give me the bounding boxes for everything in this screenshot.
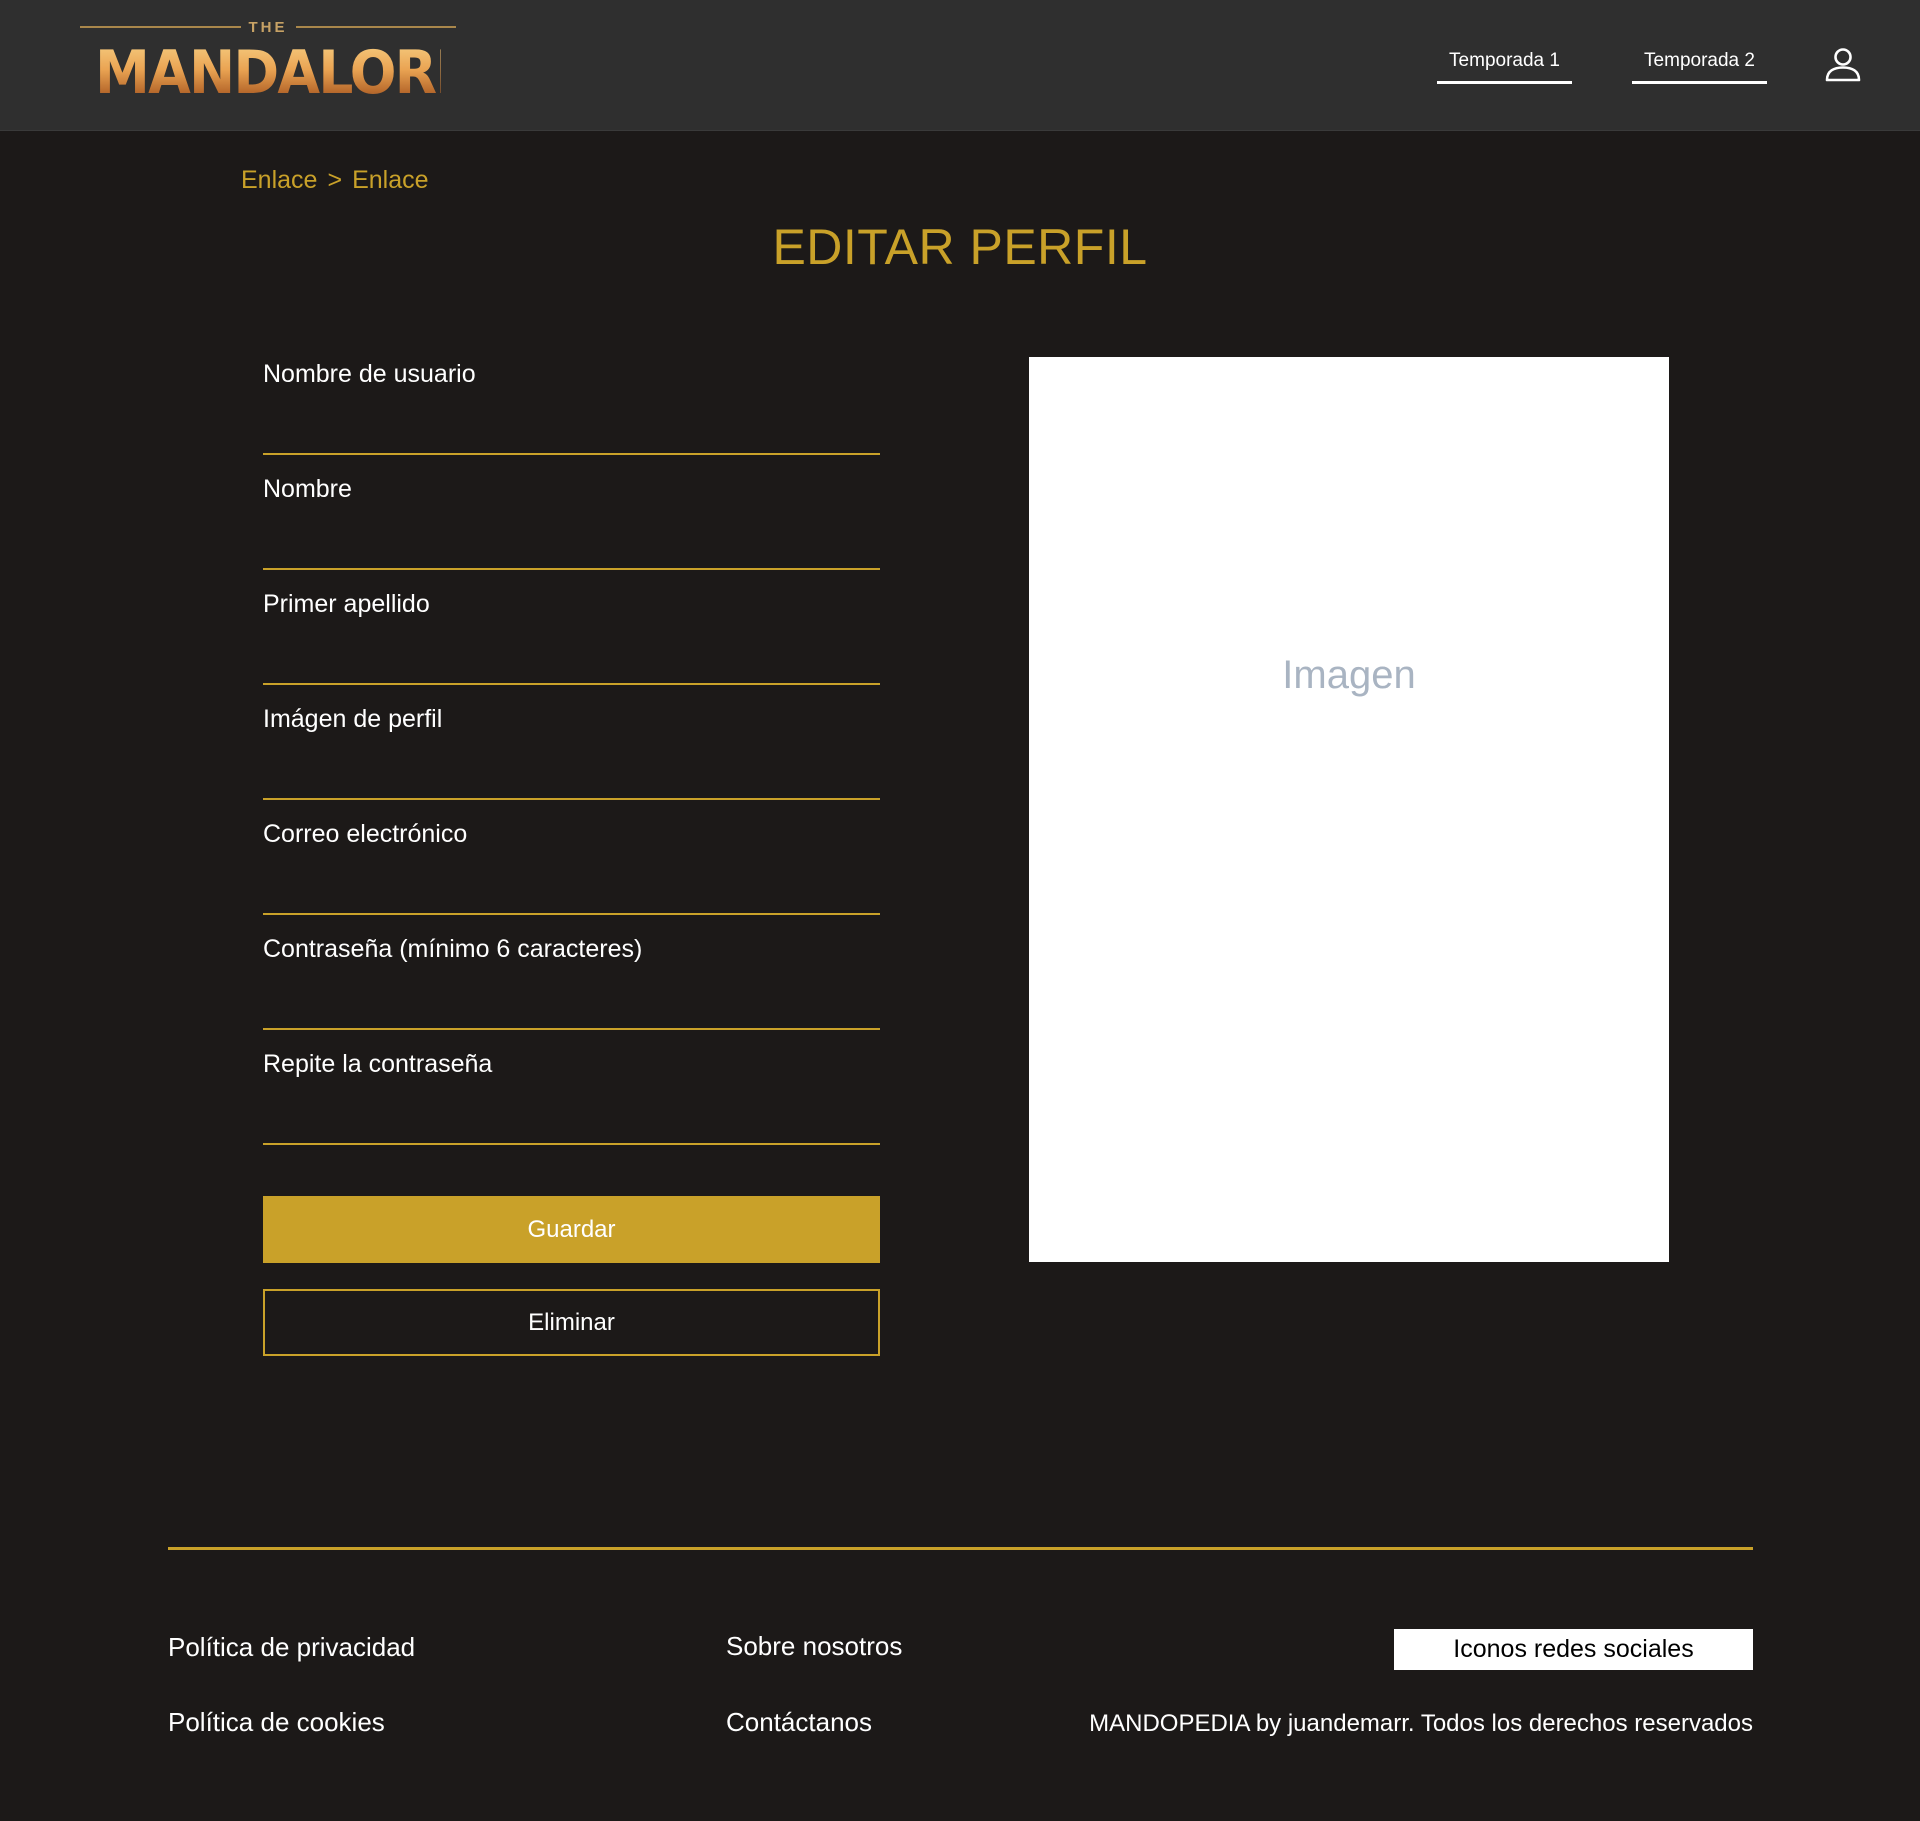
email-input[interactable]	[263, 865, 880, 915]
last-name-label: Primer apellido	[263, 590, 430, 618]
first-name-input[interactable]	[263, 520, 880, 570]
edit-profile-form: Nombre de usuario Nombre Primer apellido…	[263, 350, 880, 1155]
logo-title: MANDALORIAN	[95, 38, 541, 108]
save-button[interactable]: Guardar	[263, 1196, 880, 1263]
site-logo[interactable]: THE MANDALORIAN	[80, 18, 541, 110]
breadcrumb-separator: >	[327, 166, 343, 194]
profile-image-preview: Imagen	[1029, 357, 1669, 1262]
breadcrumb-link-2[interactable]: Enlace	[352, 166, 428, 195]
field-repeat-password: Repite la contraseña	[263, 1040, 880, 1155]
field-username: Nombre de usuario	[263, 350, 880, 465]
username-input[interactable]	[263, 405, 880, 455]
logo-the-text: THE	[248, 18, 288, 36]
field-first-name: Nombre	[263, 465, 880, 580]
field-profile-image: Imágen de perfil	[263, 695, 880, 810]
username-label: Nombre de usuario	[263, 360, 476, 388]
nav-season-1[interactable]: Temporada 1	[1437, 44, 1572, 84]
footer-link-cookies[interactable]: Política de cookies	[168, 1707, 385, 1738]
email-label: Correo electrónico	[263, 820, 468, 848]
footer-divider	[168, 1547, 1753, 1550]
user-icon[interactable]	[1824, 46, 1862, 84]
last-name-input[interactable]	[263, 635, 880, 685]
repeat-password-input[interactable]	[263, 1095, 880, 1145]
logo-rule-left	[80, 26, 241, 28]
footer-link-contact[interactable]: Contáctanos	[726, 1707, 872, 1738]
nav-season-2[interactable]: Temporada 2	[1632, 44, 1767, 84]
delete-button[interactable]: Eliminar	[263, 1289, 880, 1356]
profile-image-input[interactable]	[263, 750, 880, 800]
site-header: THE MANDALORIAN Temporada 1 Temporada 2	[0, 0, 1920, 131]
profile-image-label: Imágen de perfil	[263, 705, 443, 733]
breadcrumb-link-1[interactable]: Enlace	[241, 166, 317, 195]
first-name-label: Nombre	[263, 475, 352, 503]
password-input[interactable]	[263, 980, 880, 1030]
image-placeholder-text: Imagen	[1282, 653, 1416, 697]
field-email: Correo electrónico	[263, 810, 880, 925]
social-icons-placeholder[interactable]: Iconos redes sociales	[1394, 1629, 1753, 1670]
repeat-password-label: Repite la contraseña	[263, 1050, 493, 1078]
footer-link-privacy[interactable]: Política de privacidad	[168, 1632, 415, 1663]
field-password: Contraseña (mínimo 6 caracteres)	[263, 925, 880, 1040]
breadcrumb: Enlace > Enlace	[241, 166, 429, 195]
page-title: EDITAR PERFIL	[772, 219, 1148, 275]
field-last-name: Primer apellido	[263, 580, 880, 695]
logo-rule-right	[295, 26, 456, 28]
footer-link-about[interactable]: Sobre nosotros	[726, 1631, 902, 1662]
password-label: Contraseña (mínimo 6 caracteres)	[263, 935, 643, 963]
copyright-text: MANDOPEDIA by juandemarr. Todos los dere…	[1089, 1710, 1753, 1737]
logo-the: THE	[80, 18, 456, 36]
